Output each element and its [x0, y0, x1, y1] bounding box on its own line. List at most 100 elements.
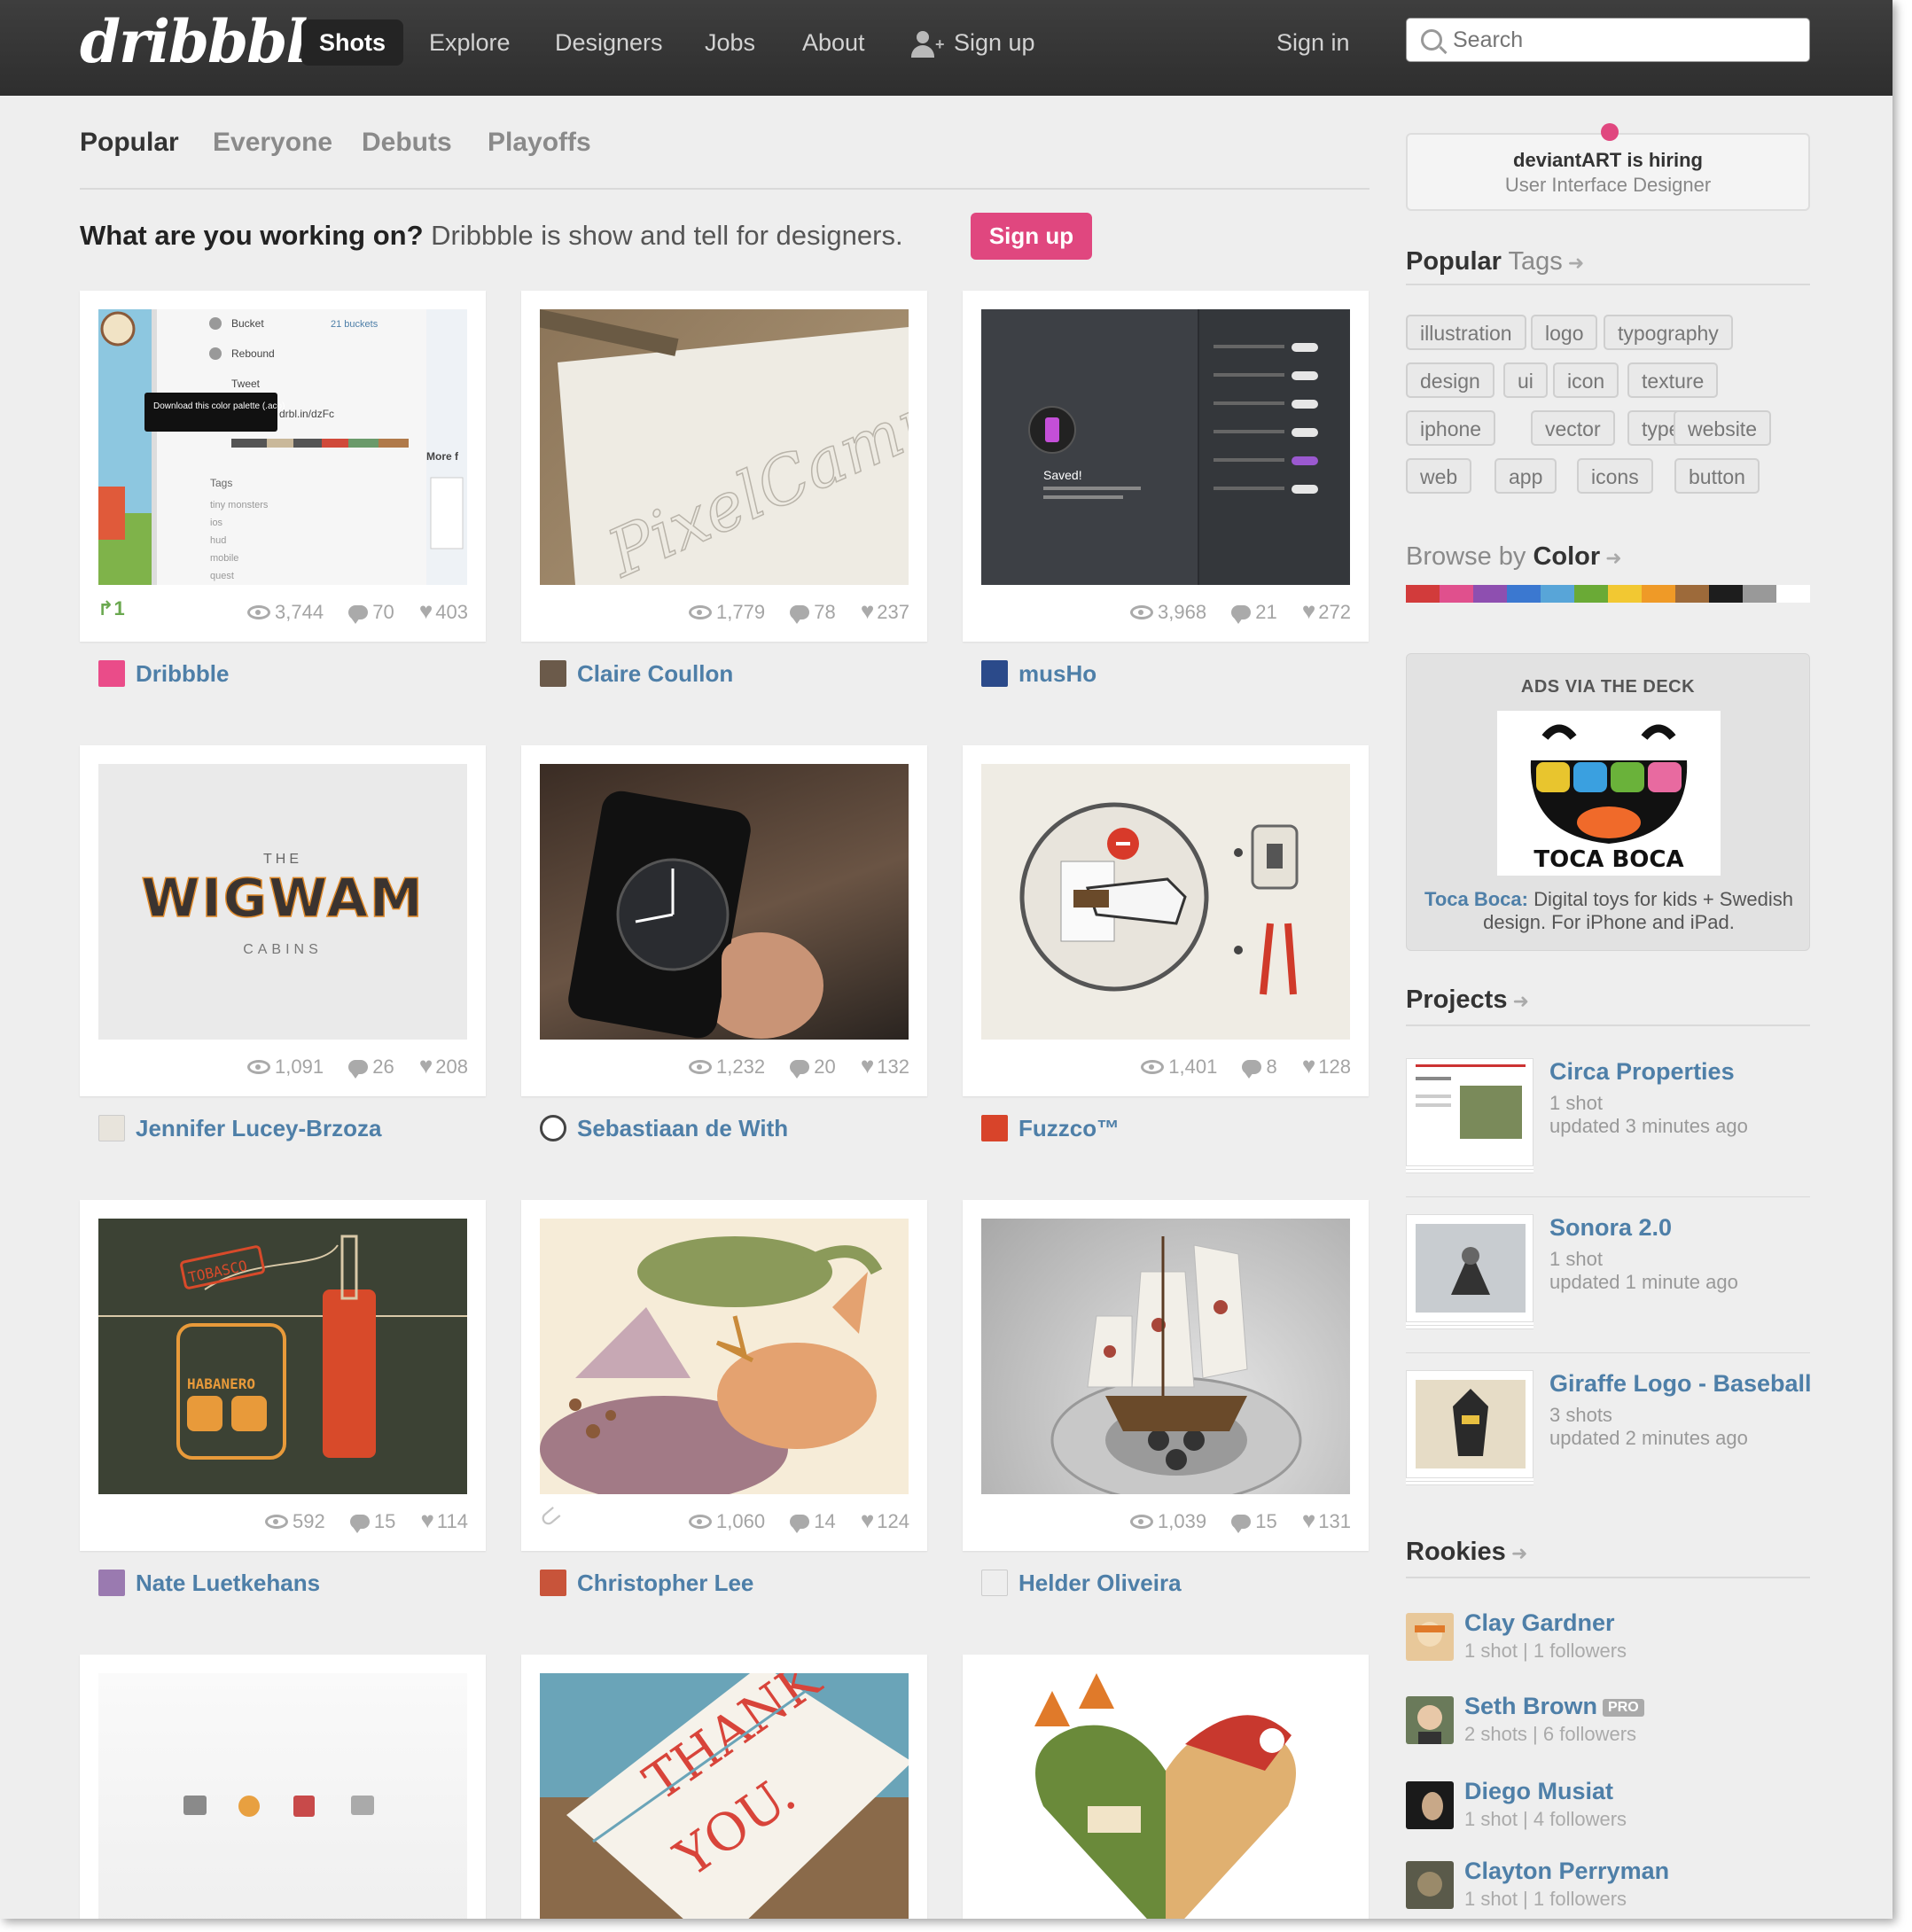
rookie-item[interactable]: Diego Musiat 1 shot | 4 followers [1406, 1778, 1810, 1840]
tag-web[interactable]: web [1406, 458, 1472, 494]
rookie-name[interactable]: Clayton Perryman [1464, 1858, 1669, 1885]
shot-thumbnail[interactable] [98, 1673, 467, 1919]
color-swatch-7[interactable] [1642, 585, 1675, 603]
color-swatch-1[interactable] [1440, 585, 1473, 603]
tag-iphone[interactable]: iphone [1406, 410, 1496, 446]
shot-card[interactable]: THE WIGWAM CABINS 1,091 26 ♥ 208 [80, 745, 486, 1096]
project-thumbnail[interactable] [1406, 1370, 1534, 1478]
tab-everyone[interactable]: Everyone [213, 128, 332, 158]
tag-vector[interactable]: vector [1531, 410, 1615, 446]
tag-ui[interactable]: ui [1503, 362, 1548, 398]
tab-debuts[interactable]: Debuts [362, 128, 452, 158]
project-item[interactable]: Sonora 2.0 1 shot updated 1 minute ago [1406, 1214, 1810, 1340]
nav-explore[interactable]: Explore [429, 19, 511, 66]
player-link[interactable]: Jennifer Lucey-Brzoza [98, 1115, 381, 1142]
color-swatch-5[interactable] [1574, 585, 1608, 603]
tab-popular[interactable]: Popular [80, 128, 179, 158]
player-link[interactable]: Nate Luetkehans [98, 1570, 320, 1597]
shot-card[interactable]: THANK YOU. [521, 1655, 927, 1919]
project-item[interactable]: Circa Properties 1 shot updated 3 minute… [1406, 1058, 1810, 1184]
tag-typography[interactable]: typography [1604, 315, 1733, 350]
deck-ad[interactable]: ADS VIA THE DECK TOCA BOCA Toca Boca: Di… [1406, 653, 1810, 951]
shot-card[interactable]: Bucket 21 buckets Rebound Tweet Download… [80, 291, 486, 642]
tag-illustration[interactable]: illustration [1406, 315, 1526, 350]
player-link[interactable]: musHo [981, 660, 1096, 688]
shot-thumbnail[interactable] [540, 1219, 909, 1494]
rookie-avatar[interactable] [1406, 1781, 1454, 1829]
player-link[interactable]: Claire Coullon [540, 660, 733, 688]
toca-boca-logo[interactable]: TOCA BOCA [1497, 711, 1721, 876]
player-link[interactable]: Fuzzco™ [981, 1115, 1120, 1142]
tab-playoffs[interactable]: Playoffs [488, 128, 591, 158]
shot-card[interactable] [963, 1655, 1369, 1919]
rookie-item[interactable]: Clay Gardner 1 shot | 1 followers [1406, 1609, 1810, 1671]
nav-designers[interactable]: Designers [555, 19, 663, 66]
rookie-name[interactable]: Seth Brown PRO [1464, 1693, 1644, 1720]
shot-thumbnail[interactable] [981, 764, 1350, 1040]
color-swatch-4[interactable] [1541, 585, 1574, 603]
color-swatch-6[interactable] [1608, 585, 1642, 603]
shot-card[interactable]: ⊂ 1,060 14 ♥ 124 [521, 1200, 927, 1551]
color-swatch-0[interactable] [1406, 585, 1440, 603]
project-thumbnail[interactable] [1406, 1214, 1534, 1322]
tag-website[interactable]: website [1674, 410, 1771, 446]
tag-texture[interactable]: texture [1627, 362, 1719, 398]
project-name[interactable]: Circa Properties [1549, 1058, 1735, 1086]
player-link[interactable]: Christopher Lee [540, 1570, 753, 1597]
project-name[interactable]: Giraffe Logo - Baseball [1549, 1370, 1812, 1398]
project-thumbnail[interactable] [1406, 1058, 1534, 1166]
shot-card[interactable]: 1,039 15 ♥ 131 [963, 1200, 1369, 1551]
search-input[interactable] [1453, 24, 1799, 56]
shot-thumbnail[interactable] [981, 1673, 1350, 1919]
popular-tags-heading[interactable]: Popular Tags ➜ [1406, 247, 1584, 277]
color-swatch-8[interactable] [1675, 585, 1709, 603]
nav-signup[interactable]: + Sign up [911, 19, 1035, 66]
color-swatch-3[interactable] [1507, 585, 1541, 603]
shot-card[interactable]: TOBASCO HABANERO 592 15 ♥ 114 [80, 1200, 486, 1551]
color-swatch-9[interactable] [1709, 585, 1743, 603]
rookie-avatar[interactable] [1406, 1613, 1454, 1661]
rookies-heading[interactable]: Rookies ➜ [1406, 1538, 1527, 1567]
job-ad[interactable]: deviantART is hiring User Interface Desi… [1406, 123, 1810, 211]
rookie-name[interactable]: Clay Gardner [1464, 1609, 1615, 1637]
shot-thumbnail[interactable]: THE WIGWAM CABINS [98, 764, 467, 1040]
shot-thumbnail[interactable]: THANK YOU. [540, 1673, 909, 1919]
color-swatch-10[interactable] [1743, 585, 1776, 603]
search-box[interactable] [1406, 18, 1810, 62]
rookie-avatar[interactable] [1406, 1861, 1454, 1909]
shot-thumbnail[interactable] [540, 764, 909, 1040]
color-swatch-11[interactable] [1776, 585, 1810, 603]
nav-about[interactable]: About [802, 19, 865, 66]
projects-heading[interactable]: Projects ➜ [1406, 985, 1529, 1015]
nav-shots[interactable]: Shots [301, 19, 404, 66]
player-link[interactable]: Sebastiaan de With [540, 1115, 788, 1142]
tag-app[interactable]: app [1494, 458, 1557, 494]
rookie-name[interactable]: Diego Musiat [1464, 1778, 1613, 1805]
player-link[interactable]: Helder Oliveira [981, 1570, 1182, 1597]
project-item[interactable]: Giraffe Logo - Baseball 3 shots updated … [1406, 1370, 1812, 1496]
tag-button[interactable]: button [1674, 458, 1760, 494]
shot-card[interactable]: Saved! 3,968 21 ♥ 272 [963, 291, 1369, 642]
player-link[interactable]: Dribbble [98, 660, 229, 688]
nav-signin[interactable]: Sign in [1276, 19, 1350, 66]
project-name[interactable]: Sonora 2.0 [1549, 1214, 1672, 1242]
tag-icons[interactable]: icons [1577, 458, 1653, 494]
rebound-count[interactable]: ↱1 [98, 597, 125, 620]
shot-thumbnail[interactable] [981, 1219, 1350, 1494]
shot-card[interactable] [80, 1655, 486, 1919]
signup-button[interactable]: Sign up [971, 213, 1092, 260]
rookie-item[interactable]: Seth Brown PRO 2 shots | 6 followers [1406, 1693, 1810, 1755]
tag-logo[interactable]: logo [1531, 315, 1598, 350]
rookie-avatar[interactable] [1406, 1696, 1454, 1744]
shot-card[interactable]: PixelCamp 1,779 78 ♥ 237 [521, 291, 927, 642]
shot-thumbnail[interactable]: TOBASCO HABANERO [98, 1219, 467, 1494]
color-swatch-2[interactable] [1473, 585, 1507, 603]
tag-design[interactable]: design [1406, 362, 1494, 398]
shot-thumbnail[interactable]: PixelCamp [540, 309, 909, 585]
nav-jobs[interactable]: Jobs [705, 19, 755, 66]
browse-by-color-heading[interactable]: Browse by Color ➜ [1406, 542, 1622, 572]
shot-card[interactable]: 1,232 20 ♥ 132 [521, 745, 927, 1096]
shot-card[interactable]: 1,401 8 ♥ 128 [963, 745, 1369, 1096]
shot-thumbnail[interactable]: Saved! [981, 309, 1350, 585]
rookie-item[interactable]: Clayton Perryman 1 shot | 1 followers [1406, 1858, 1810, 1919]
